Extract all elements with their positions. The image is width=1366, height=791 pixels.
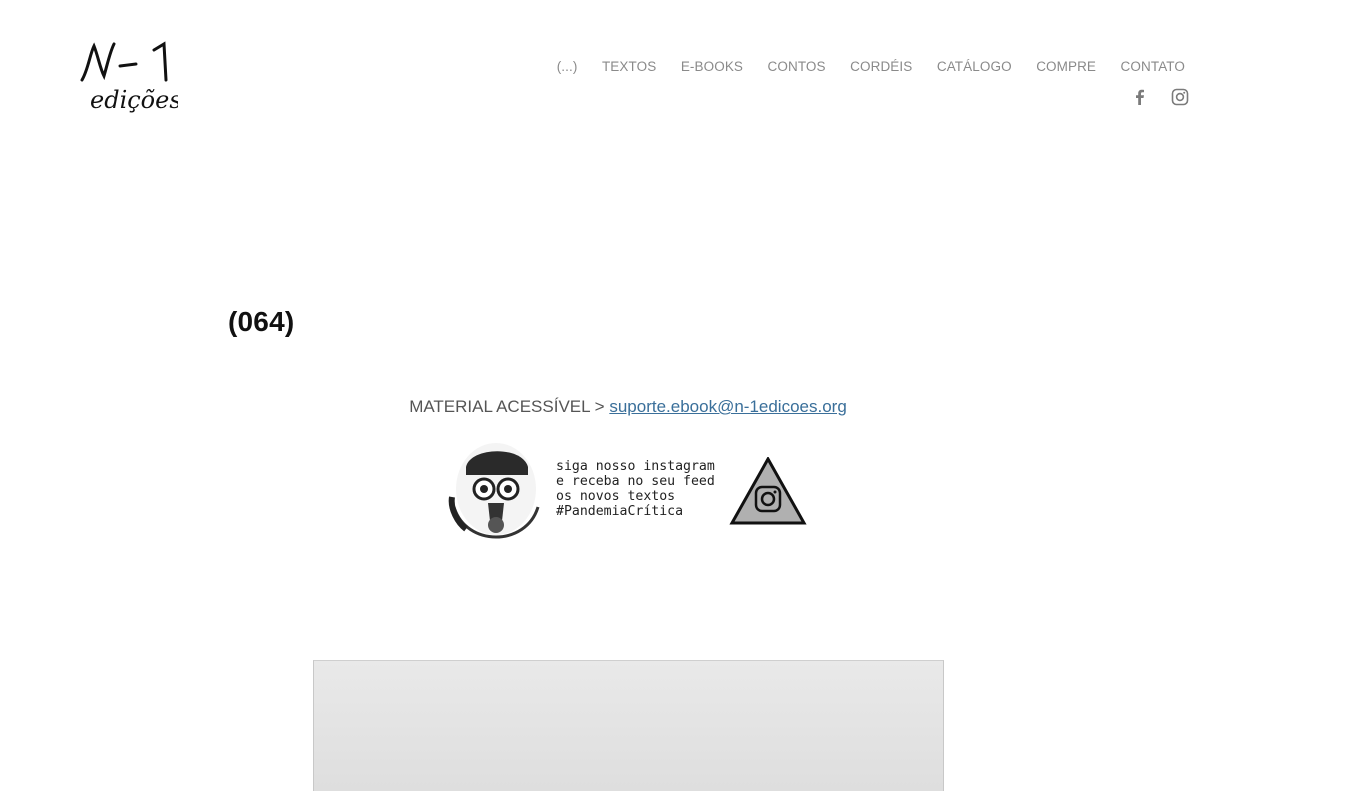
nav-item-contos[interactable]: CONTOS	[768, 59, 826, 74]
facebook-icon[interactable]	[1131, 88, 1149, 106]
page-title: (064)	[228, 305, 295, 337]
accessible-label: MATERIAL ACESSÍVEL >	[409, 397, 610, 416]
gas-mask-figure-image	[448, 443, 540, 539]
accessible-material-line: MATERIAL ACESSÍVEL > suporte.ebook@n-1ed…	[0, 397, 1256, 417]
social-links	[1131, 88, 1189, 106]
nav-item-textos[interactable]: TEXTOS	[602, 59, 656, 74]
instagram-banner[interactable]: siga nosso instagram e receba no seu fee…	[448, 437, 808, 545]
main-nav: (...) TEXTOS E-BOOKS CONTOS CORDÉIS CATÁ…	[532, 59, 1185, 74]
nav-item-compre[interactable]: COMPRE	[1036, 59, 1096, 74]
site-logo[interactable]: edições	[78, 40, 182, 120]
book-cover-image	[313, 660, 944, 791]
triangle-instagram-icon	[729, 457, 807, 525]
logo-subtext: edições	[90, 86, 178, 114]
nav-item-catalogo[interactable]: CATÁLOGO	[937, 59, 1012, 74]
instagram-icon[interactable]	[1171, 88, 1189, 106]
nav-item-ebooks[interactable]: E-BOOKS	[681, 59, 743, 74]
nav-item-cordeis[interactable]: CORDÉIS	[850, 59, 912, 74]
nav-item-contato[interactable]: CONTATO	[1121, 59, 1185, 74]
support-email-link[interactable]: suporte.ebook@n-1edicoes.org	[609, 397, 846, 416]
nav-item-more[interactable]: (...)	[557, 59, 578, 74]
banner-text: siga nosso instagram e receba no seu fee…	[556, 459, 715, 519]
